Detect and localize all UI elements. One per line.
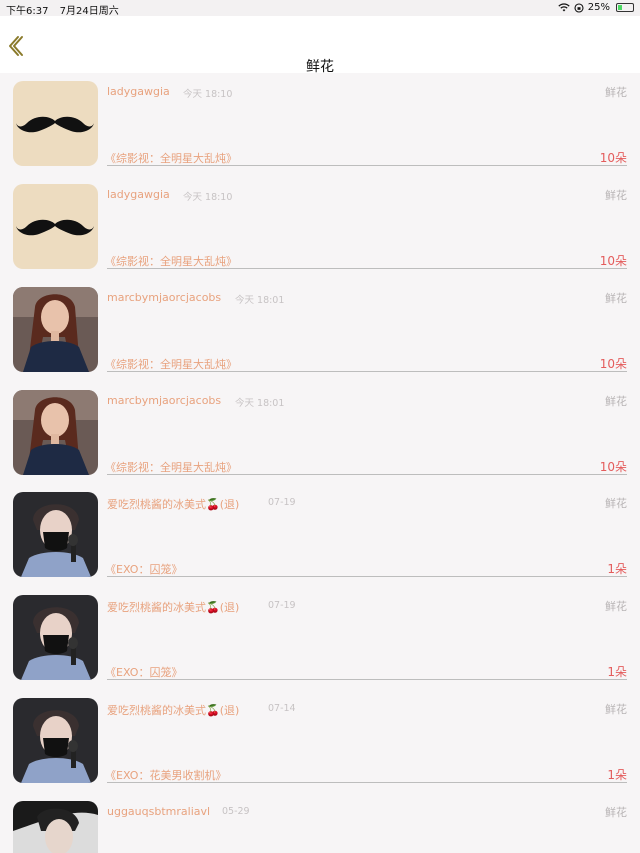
timestamp: 05-29 [222,806,250,817]
gift-type-label: 鲜花 [605,806,627,819]
gift-type-label: 鲜花 [605,600,627,613]
timestamp: 07-19 [268,497,296,508]
mustache-avatar[interactable] [13,81,98,166]
status-right: 25% [558,2,634,13]
book-title[interactable]: 《综影视：全明星大乱炖》 [105,150,237,166]
nav-bar: 鲜花 [0,16,640,75]
row-divider [107,679,627,680]
mustache-avatar[interactable] [13,184,98,269]
flower-count: 1朵 [607,768,627,782]
masked-man-avatar[interactable] [13,492,98,577]
list-item[interactable]: marcbymjaorcjacobs 今天 18:01 鲜花 《综影视：全明星大… [0,382,640,485]
masked-man-avatar[interactable] [13,595,98,680]
man-portrait-avatar[interactable] [13,801,98,853]
timestamp: 今天 18:10 [183,89,233,100]
gift-type-label: 鲜花 [605,395,627,408]
list-item[interactable]: 爱吃烈桃酱的冰美式🍒(退) 07-19 鲜花 《EXO：囚笼》 1朵 [0,484,640,587]
masked-man-avatar[interactable] [13,698,98,783]
woman-portrait-avatar[interactable] [13,390,98,475]
row-divider [107,474,627,475]
flower-count: 1朵 [607,665,627,679]
gift-type-label: 鲜花 [605,703,627,716]
gift-type-label: 鲜花 [605,292,627,305]
row-divider [107,165,627,166]
status-left: 下午6:37 7月24日周六 [6,2,127,17]
username[interactable]: 爱吃烈桃酱的冰美式🍒(退) [107,702,239,718]
chevron-left-icon [9,36,23,56]
row-divider [107,268,627,269]
row-divider [107,371,627,372]
username[interactable]: marcbymjaorcjacobs [107,394,221,407]
list-item[interactable]: uggauqsbtmraliavl 05-29 鲜花 [0,793,640,853]
flower-count: 10朵 [599,460,627,474]
gift-type-label: 鲜花 [605,497,627,510]
username[interactable]: 爱吃烈桃酱的冰美式🍒(退) [107,599,239,615]
list-item[interactable]: ladygawgia 今天 18:10 鲜花 《综影视：全明星大乱炖》 10朵 [0,176,640,279]
book-title[interactable]: 《EXO：囚笼》 [105,664,182,680]
list-item[interactable]: 爱吃烈桃酱的冰美式🍒(退) 07-14 鲜花 《EXO：花美男收割机》 1朵 [0,690,640,793]
flower-count: 10朵 [599,151,627,165]
timestamp: 今天 18:01 [235,398,285,409]
list-item[interactable]: marcbymjaorcjacobs 今天 18:01 鲜花 《综影视：全明星大… [0,279,640,382]
book-title[interactable]: 《综影视：全明星大乱炖》 [105,459,237,475]
book-title[interactable]: 《综影视：全明星大乱炖》 [105,253,237,269]
flower-count: 10朵 [599,254,627,268]
username[interactable]: 爱吃烈桃酱的冰美式🍒(退) [107,496,239,512]
book-title[interactable]: 《EXO：囚笼》 [105,561,182,577]
username[interactable]: ladygawgia [107,85,170,98]
flower-count: 1朵 [607,562,627,576]
battery-icon [616,3,634,12]
username[interactable]: uggauqsbtmraliavl [107,805,210,818]
book-title[interactable]: 《EXO：花美男收割机》 [105,767,226,783]
row-divider [107,576,627,577]
orientation-lock-icon [574,2,584,13]
timestamp: 今天 18:01 [235,295,285,306]
wifi-icon [558,3,570,12]
row-divider [107,782,627,783]
back-button[interactable] [6,35,26,57]
woman-portrait-avatar[interactable] [13,287,98,372]
flower-count: 10朵 [599,357,627,371]
gift-type-label: 鲜花 [605,86,627,99]
timestamp: 今天 18:10 [183,192,233,203]
book-title[interactable]: 《综影视：全明星大乱炖》 [105,356,237,372]
list-item[interactable]: ladygawgia 今天 18:10 鲜花 《综影视：全明星大乱炖》 10朵 [0,73,640,176]
timestamp: 07-19 [268,600,296,611]
gift-type-label: 鲜花 [605,189,627,202]
status-bar: 下午6:37 7月24日周六 25% [0,0,640,17]
timestamp: 07-14 [268,703,296,714]
username[interactable]: ladygawgia [107,188,170,201]
list-item[interactable]: 爱吃烈桃酱的冰美式🍒(退) 07-19 鲜花 《EXO：囚笼》 1朵 [0,587,640,690]
username[interactable]: marcbymjaorcjacobs [107,291,221,304]
battery-percent: 25% [587,2,610,13]
